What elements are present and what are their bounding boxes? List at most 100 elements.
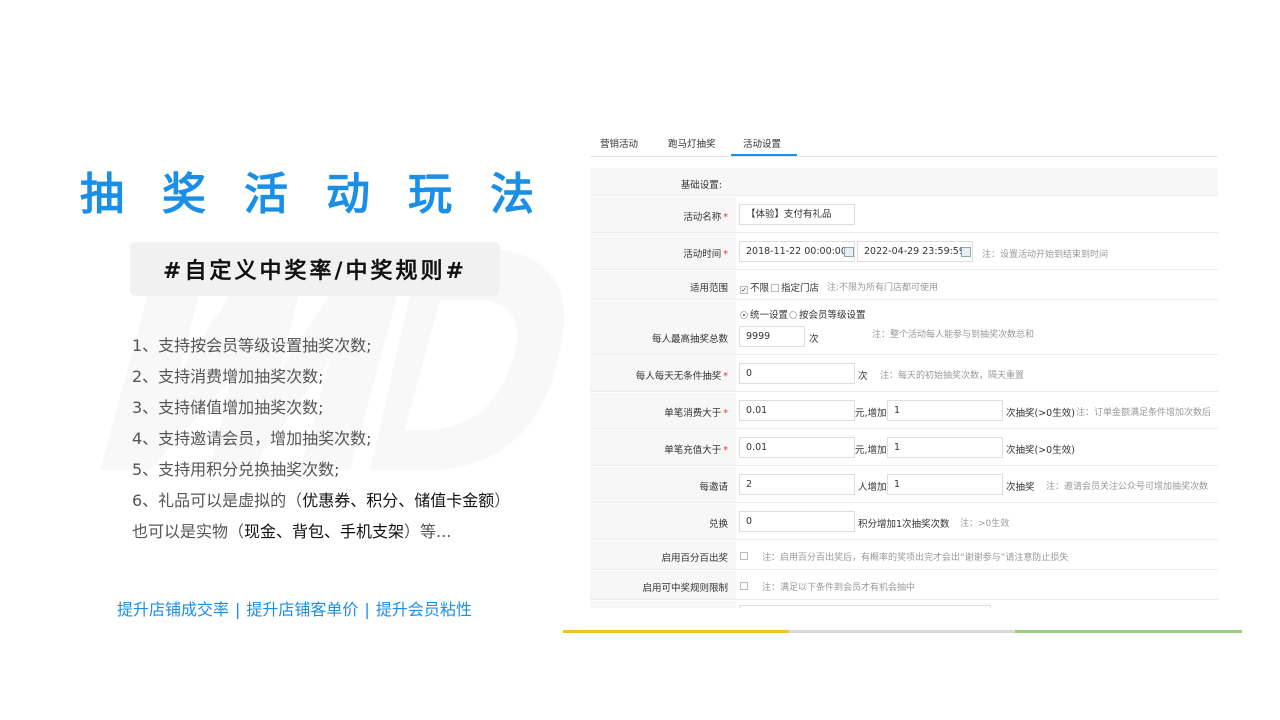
single-recharge-unit: 次抽奖(>0生效) <box>1006 445 1075 456</box>
hundred-percent-checkbox[interactable] <box>740 552 748 560</box>
feature-item: 也可以是实物（现金、背包、手机支架）等... <box>132 516 572 547</box>
benefits-line: 提升店铺成交率 | 提升店铺客单价 | 提升会员粘性 <box>117 596 472 620</box>
invite-people-input[interactable]: 2 <box>739 474 855 495</box>
activity-name-input[interactable]: 【体验】支付有礼品 <box>739 204 855 225</box>
activity-name-label: 活动名称 * <box>683 212 728 223</box>
daily-free-input[interactable]: 0 <box>739 363 855 384</box>
rule-limit-checkbox[interactable] <box>740 582 748 590</box>
accent-bar-yellow <box>563 630 789 633</box>
page-title: 抽奖活动玩法 <box>80 169 572 220</box>
daily-free-label: 每人每天无条件抽奖 * <box>635 371 728 382</box>
checkbox-icon <box>771 284 779 292</box>
hundred-percent-label: 启用百分百出奖 <box>661 553 728 564</box>
feature-suffix: ） <box>494 491 511 510</box>
exchange-points-input[interactable]: 0 <box>739 511 855 532</box>
scope-option-unlimited[interactable]: ✓ 不限 <box>740 280 769 294</box>
scope-note: 注:不限为所有门店都可使用 <box>827 283 939 293</box>
single-spend-note: 注：订单金额满足条件增加次数后 <box>1076 408 1212 418</box>
scope-option-store[interactable]: 指定门店 <box>771 280 819 294</box>
single-recharge-label: 单笔充值大于 * <box>664 445 728 456</box>
radio-by-level[interactable]: 按会员等级设置 <box>789 307 866 321</box>
daily-free-row: 每人每天无条件抽奖 * 0 次 注：每天的初始抽奖次数，隔天重置 <box>590 356 1218 392</box>
section-label: 基础设置: <box>680 180 722 191</box>
feature-item: 4、支持邀请会员，增加抽奖次数; <box>132 429 372 448</box>
settings-screenshot: 营销活动 跑马灯抽奖 活动设置 基础设置: 活动名称 * 【体验】支付有礼品 活动… <box>590 126 1218 608</box>
activity-name-row: 活动名称 * 【体验】支付有礼品 <box>590 197 1218 233</box>
start-time-input[interactable]: 2018-11-22 00:00:00 <box>739 241 855 262</box>
invite-label: 每邀请 <box>699 482 728 493</box>
subtitle-badge: #自定义中奖率/中奖规则# <box>130 242 500 296</box>
invite-mid: 人增加 <box>858 482 887 493</box>
feature-item: 2、支持消费增加抽奖次数; <box>132 367 324 386</box>
feature-suffix: ）等... <box>404 522 452 541</box>
activity-time-note: 注：设置活动开始到结束到时间 <box>982 250 1109 260</box>
single-spend-mid: 元,增加 <box>855 408 887 419</box>
max-draws-row: 统一设置 按会员等级设置 每人最高抽奖总数 9999 次 注：整个活动每人能参与… <box>590 301 1218 355</box>
single-spend-unit: 次抽奖(>0生效) <box>1006 408 1075 419</box>
benefit-item: 提升会员粘性 <box>375 600 472 619</box>
accent-bar-green <box>1015 630 1242 633</box>
exchange-label: 兑换 <box>708 519 728 530</box>
radio-selected-icon <box>740 311 748 319</box>
rule-limit-note: 注：满足以下条件到会员才有机会抽中 <box>762 583 916 593</box>
rule-limit-row: 启用可中奖规则限制 注：满足以下条件到会员才有机会抽中 <box>590 571 1218 600</box>
feature-prefix: 也可以是实物（ <box>132 522 245 541</box>
section-header-row: 基础设置: <box>590 168 1218 196</box>
feature-emphasis: 现金、背包、手机支架 <box>244 522 405 541</box>
calendar-icon[interactable] <box>844 247 854 257</box>
tab-bar: 营销活动 跑马灯抽奖 活动设置 <box>590 126 1218 157</box>
invite-note: 注：邀请会员关注公众号可增加抽奖次数 <box>1046 482 1209 492</box>
feature-prefix: 6、礼品可以是虚拟的（ <box>132 491 303 510</box>
max-draws-unit: 次 <box>809 334 819 345</box>
scope-label: 适用范围 <box>689 283 728 294</box>
benefit-item: 提升店铺客单价 <box>246 600 359 619</box>
daily-free-note: 注：每天的初始抽奖次数，隔天重置 <box>880 371 1025 381</box>
feature-emphasis: 优惠券、积分、储值卡金额 <box>302 491 495 510</box>
active-tab-indicator <box>731 154 797 156</box>
max-draws-label: 每人最高抽奖总数 <box>651 334 728 345</box>
exchange-row: 兑换 0 积分增加1次抽奖次数 注：>0生效 <box>590 504 1218 540</box>
checkbox-checked-icon: ✓ <box>740 286 748 294</box>
invite-row: 每邀请 2 人增加 1 次抽奖 注：邀请会员关注公众号可增加抽奖次数 <box>590 467 1218 503</box>
exchange-note: 注：>0生效 <box>960 519 1010 529</box>
hundred-percent-note: 注：启用百分百出奖后，有概率的奖项出完才会出“谢谢参与”请注意防止损失 <box>762 553 1069 563</box>
activity-time-row: 活动时间 * 2018-11-22 00:00:00 2022-04-29 23:… <box>590 234 1218 270</box>
activity-time-label: 活动时间 * <box>683 249 728 260</box>
exchange-unit: 积分增加1次抽奖次数 <box>858 519 950 530</box>
feature-list: 1、支持按会员等级设置抽奖次数; 2、支持消费增加抽奖次数; 3、支持储值增加抽… <box>132 330 572 547</box>
feature-item: 1、支持按会员等级设置抽奖次数; <box>132 336 372 355</box>
feature-item: 5、支持用积分兑换抽奖次数; <box>132 460 340 479</box>
invite-unit: 次抽奖 <box>1006 482 1035 493</box>
scope-row: 适用范围 ✓ 不限 指定门店 注:不限为所有门店都可使用 <box>590 271 1218 300</box>
single-spend-label: 单笔消费大于 * <box>664 408 728 419</box>
end-time-input[interactable]: 2022-04-29 23:59:59 <box>857 241 973 262</box>
radio-icon <box>789 311 797 319</box>
single-spend-amount-input[interactable]: 0.01 <box>739 400 855 421</box>
benefit-item: 提升店铺成交率 <box>117 600 230 619</box>
accent-bar-gray <box>789 630 1015 633</box>
single-spend-count-input[interactable]: 1 <box>887 400 1003 421</box>
calendar-icon[interactable] <box>961 247 971 257</box>
single-recharge-amount-input[interactable]: 0.01 <box>739 437 855 458</box>
hundred-percent-row: 启用百分百出奖 注：启用百分百出奖后，有概率的奖项出完才会出“谢谢参与”请注意防… <box>590 541 1218 570</box>
single-recharge-row: 单笔充值大于 * 0.01 元,增加 1 次抽奖(>0生效) <box>590 430 1218 466</box>
tab-lottery[interactable]: 跑马灯抽奖 <box>668 136 716 150</box>
rule-limit-label: 启用可中奖规则限制 <box>642 583 728 594</box>
single-recharge-mid: 元,增加 <box>855 445 887 456</box>
radio-unified[interactable]: 统一设置 <box>740 307 788 321</box>
feature-item: 3、支持储值增加抽奖次数; <box>132 398 324 417</box>
max-draws-input[interactable]: 9999 <box>739 326 805 347</box>
tab-settings[interactable]: 活动设置 <box>743 136 781 150</box>
feature-item: 6、礼品可以是虚拟的（优惠券、积分、储值卡金额） <box>132 485 572 516</box>
daily-free-unit: 次 <box>858 371 868 382</box>
separator: | <box>364 600 370 619</box>
separator: | <box>235 600 241 619</box>
single-spend-row: 单笔消费大于 * 0.01 元,增加 1 次抽奖(>0生效) 注：订单金额满足条件… <box>590 393 1218 429</box>
next-row <box>590 601 1218 608</box>
tab-marketing[interactable]: 营销活动 <box>600 136 638 150</box>
max-draws-note: 注：整个活动每人能参与到抽奖次数总和 <box>872 330 1035 340</box>
subtitle-badge-text: #自定义中奖率/中奖规则# <box>163 259 467 284</box>
next-input[interactable] <box>739 605 991 608</box>
single-recharge-count-input[interactable]: 1 <box>887 437 1003 458</box>
invite-count-input[interactable]: 1 <box>887 474 1003 495</box>
